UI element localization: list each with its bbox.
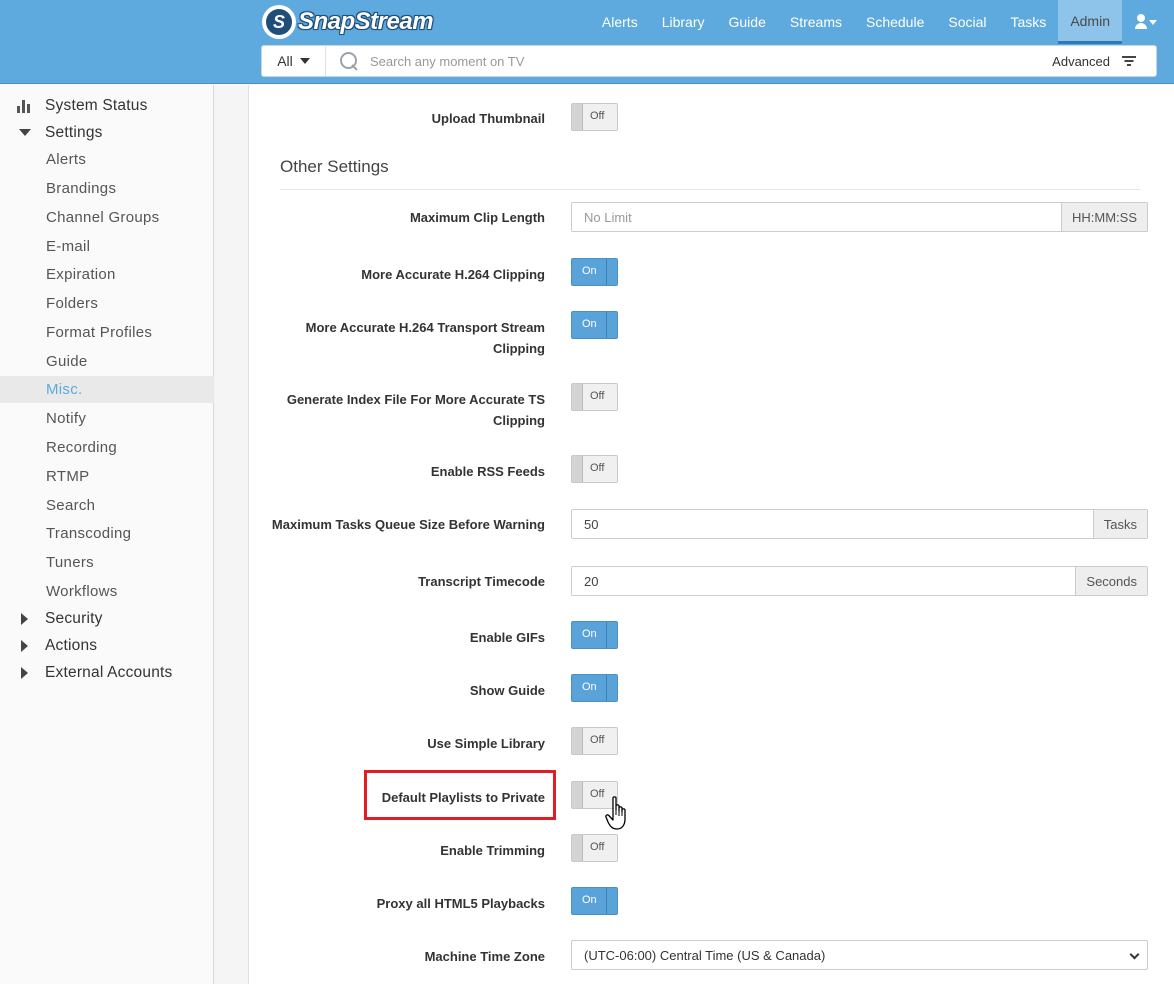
main-nav: Alerts Library Guide Streams Schedule So… [590,0,1174,44]
nav-streams[interactable]: Streams [778,0,854,44]
section-divider [280,189,1140,190]
accurate-h264-label: More Accurate H.264 Clipping [361,267,545,282]
nav-alerts[interactable]: Alerts [590,0,650,44]
time-zone-label: Machine Time Zone [424,949,545,964]
enable-gifs-label: Enable GIFs [469,630,545,645]
sidebar-item-settings[interactable]: Settings [0,119,214,146]
filter-icon [1122,56,1136,66]
search-scope-label: All [277,53,293,69]
upload-thumbnail-toggle[interactable]: Off [571,103,618,131]
transcript-timecode-input[interactable] [572,567,1076,595]
snapstream-logo[interactable]: S SnapStream [262,5,434,39]
enable-trimming-toggle[interactable]: Off [571,834,618,862]
advanced-label: Advanced [1052,53,1110,69]
nav-admin[interactable]: Admin [1058,0,1122,44]
sidebar-item-channel-groups[interactable]: Channel Groups [0,204,214,231]
accurate-h264-ts-toggle[interactable]: On [571,311,618,339]
max-clip-length-group: HH:MM:SS [571,202,1148,232]
sidebar-item-recording[interactable]: Recording [0,434,214,461]
collapsed-triangle-icon [21,612,28,625]
transcript-timecode-group: Seconds [571,566,1148,596]
sidebar-item-expiration[interactable]: Expiration [0,261,214,288]
caret-down-icon [299,58,310,64]
sidebar-item-email[interactable]: E-mail [0,233,214,260]
time-zone-select[interactable]: (UTC-06:00) Central Time (US & Canada) [571,940,1148,970]
user-menu-button[interactable] [1122,0,1174,44]
sidebar-item-rtmp[interactable]: RTMP [0,463,214,490]
search-icon [340,52,358,70]
sidebar-item-search[interactable]: Search [0,492,214,519]
sidebar-item-workflows[interactable]: Workflows [0,578,214,605]
nav-social[interactable]: Social [936,0,998,44]
rss-feeds-label: Enable RSS Feeds [430,464,545,479]
sidebar-item-external-accounts[interactable]: External Accounts [0,659,214,686]
accurate-h264-ts-label: More Accurate H.264 Transport Stream Cli… [305,320,545,356]
max-clip-length-label: Maximum Clip Length [409,210,545,225]
accurate-h264-toggle[interactable]: On [571,258,618,286]
max-clip-length-input[interactable] [572,203,1061,231]
transcript-timecode-unit: Seconds [1075,567,1147,595]
nav-guide[interactable]: Guide [717,0,778,44]
max-clip-length-unit: HH:MM:SS [1061,203,1147,231]
sidebar-item-system-status[interactable]: System Status [0,92,214,119]
nav-schedule[interactable]: Schedule [854,0,936,44]
top-header: S SnapStream Alerts Library Guide Stream… [0,0,1174,84]
search-bar: All Advanced [261,45,1157,77]
sidebar-item-format-profiles[interactable]: Format Profiles [0,319,214,346]
search-input[interactable] [370,53,1053,69]
sidebar-item-security[interactable]: Security [0,605,214,632]
chevron-down-icon [1129,949,1140,960]
proxy-html5-label: Proxy all HTML5 Playbacks [376,896,545,911]
advanced-search-button[interactable]: Advanced [1052,54,1156,69]
transcript-timecode-label: Transcript Timecode [418,574,545,589]
logo-badge-icon: S [262,5,296,39]
enable-gifs-toggle[interactable]: On [571,621,618,649]
logo-text: SnapStream [298,8,434,35]
index-file-toggle[interactable]: Off [571,383,618,411]
caret-down-icon [1149,20,1157,25]
sidebar-item-alerts[interactable]: Alerts [0,146,214,173]
settings-panel: Upload Thumbnail Off Other Settings Maxi… [248,85,1174,984]
private-playlists-label: Default Playlists to Private [381,790,545,805]
sidebar-item-brandings[interactable]: Brandings [0,175,214,202]
collapsed-triangle-icon [21,666,28,679]
proxy-html5-toggle[interactable]: On [571,887,618,915]
collapsed-triangle-icon [21,639,28,652]
expanded-triangle-icon [19,129,31,136]
user-icon [1135,14,1158,30]
hand-pointer-cursor-icon [605,796,626,830]
sidebar-item-transcoding[interactable]: Transcoding [0,520,214,547]
section-title: Other Settings [280,157,389,176]
show-guide-toggle[interactable]: On [571,674,618,702]
sidebar-item-misc[interactable]: Misc. [0,376,214,403]
sidebar-item-folders[interactable]: Folders [0,290,214,317]
nav-library[interactable]: Library [650,0,717,44]
max-tasks-group: Tasks [571,509,1148,539]
simple-library-label: Use Simple Library [427,736,545,751]
sidebar-item-tuners[interactable]: Tuners [0,549,214,576]
show-guide-label: Show Guide [469,683,545,698]
max-tasks-input[interactable] [572,510,1093,538]
rss-feeds-toggle[interactable]: Off [571,455,618,483]
sidebar-item-actions[interactable]: Actions [0,632,214,659]
upload-thumbnail-label: Upload Thumbnail [431,111,545,126]
sidebar-item-guide[interactable]: Guide [0,348,214,375]
admin-sidebar: System Status Settings Alerts Brandings … [0,85,214,984]
search-scope-dropdown[interactable]: All [262,46,326,76]
max-tasks-unit: Tasks [1092,510,1147,538]
bar-chart-icon [16,99,32,113]
enable-trimming-label: Enable Trimming [440,843,545,858]
index-file-label: Generate Index File For More Accurate TS… [286,392,545,428]
time-zone-value: (UTC-06:00) Central Time (US & Canada) [584,947,826,963]
nav-tasks[interactable]: Tasks [999,0,1059,44]
simple-library-toggle[interactable]: Off [571,727,618,755]
max-tasks-label: Maximum Tasks Queue Size Before Warning [271,517,545,532]
sidebar-item-notify[interactable]: Notify [0,405,214,432]
